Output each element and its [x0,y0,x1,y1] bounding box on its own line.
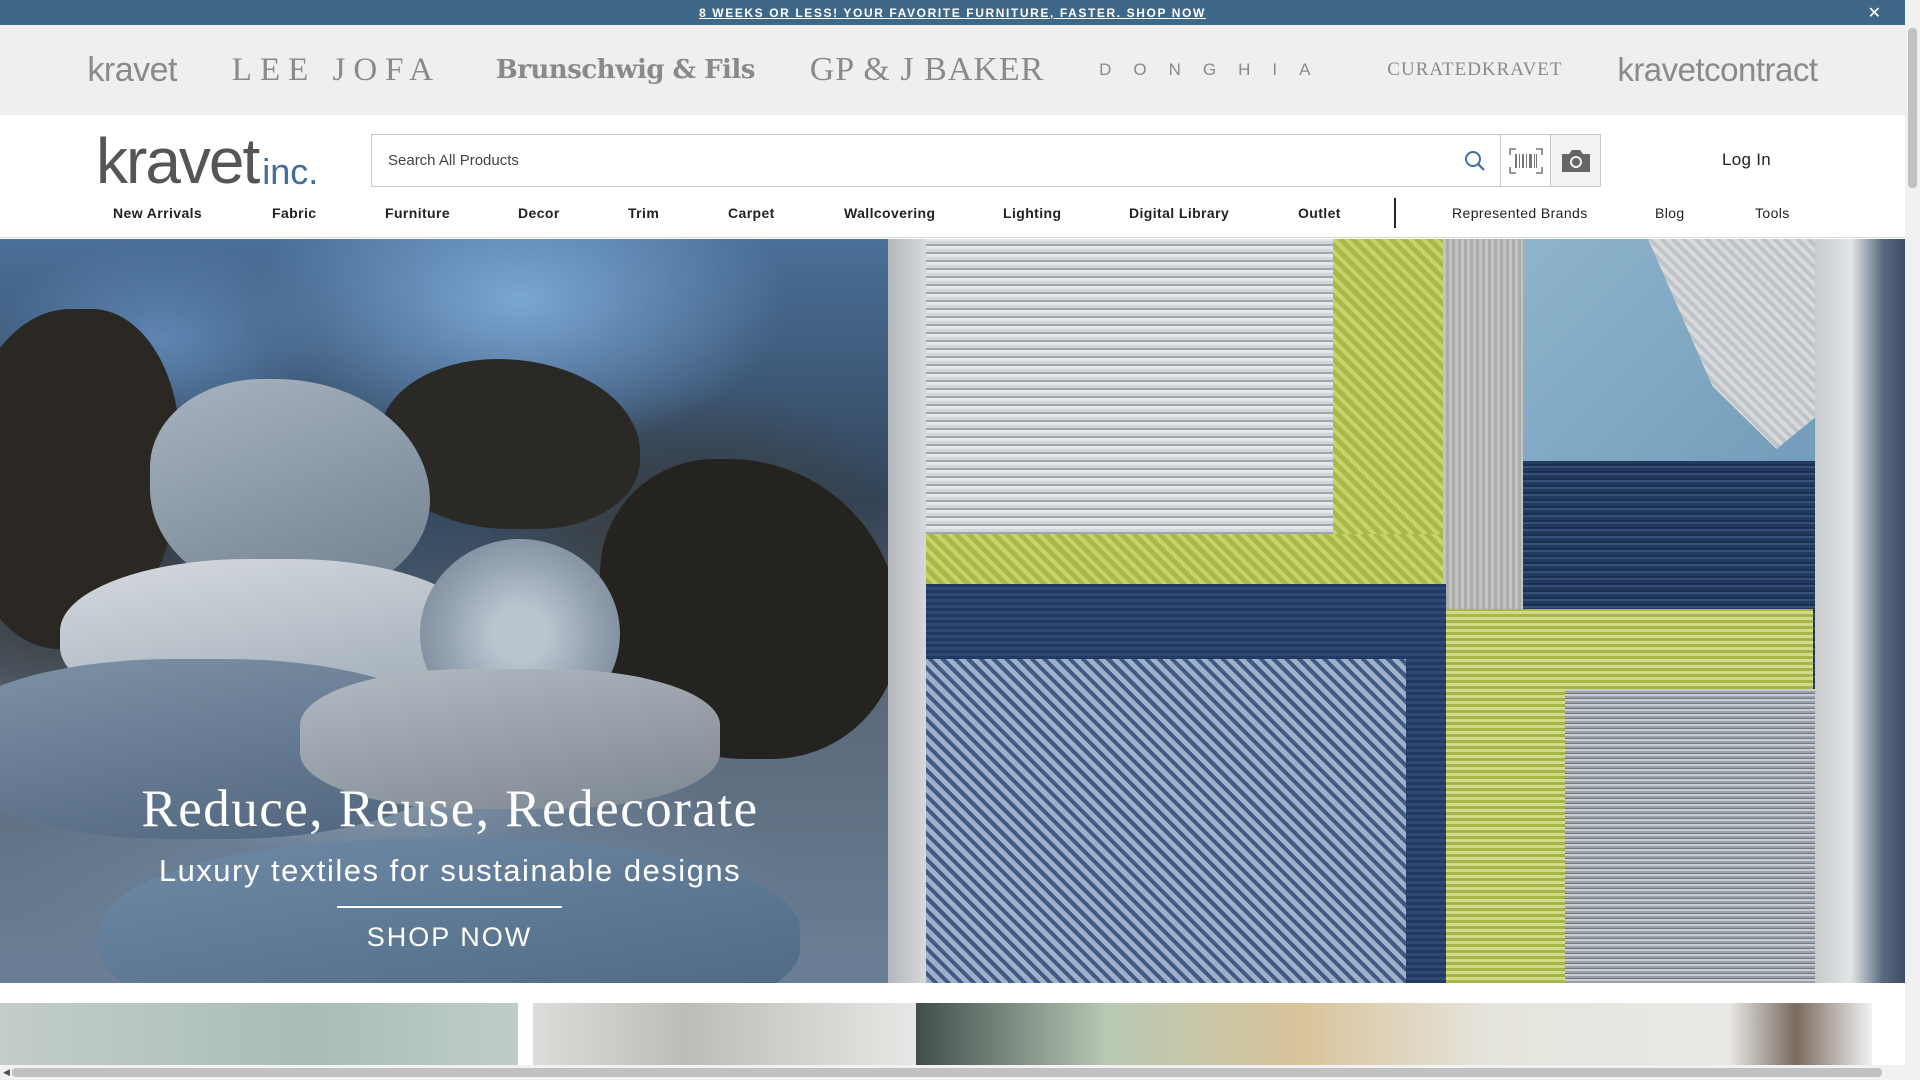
swatch-blue-diamond [926,659,1406,983]
camera-icon[interactable] [1550,135,1600,186]
swatch-green-frame [926,534,1446,584]
nav-item-carpet[interactable]: Carpet [728,205,775,221]
nav-item-new-arrivals[interactable]: New Arrivals [113,205,202,221]
brand-gp-j-baker[interactable]: GP & J BAKER [810,51,1045,89]
nav-item-outlet[interactable]: Outlet [1298,205,1341,221]
brand-brunschwig-fils[interactable]: Brunschwig & Fils [496,55,756,85]
hero-title: Reduce, Reuse, Redecorate [141,780,759,838]
swatch-green-frame [1333,239,1443,579]
nav-item-decor[interactable]: Decor [518,205,560,221]
swatch-gray-speckle [1565,689,1815,983]
hero-subtitle: Luxury textiles for sustainable designs [158,853,742,888]
search-input[interactable] [372,135,1450,186]
swatch-white-stripe [926,239,1396,569]
vertical-scrollbar[interactable] [1905,0,1920,1080]
brand-donghia[interactable]: DONGHIA [1099,60,1332,80]
logo-suffix-text: inc. [262,151,319,192]
swatch-right-edge [1815,239,1905,983]
nav-item-wallcovering[interactable]: Wallcovering [844,205,935,221]
brand-kravet[interactable]: kravet [87,51,177,90]
shop-now-button[interactable]: SHOP NOW [337,922,562,953]
search-icon[interactable] [1450,135,1500,186]
hero-image-fabric-swatches [888,239,1905,983]
nav-item-fabric[interactable]: Fabric [272,205,316,221]
brand-curatedkravet[interactable]: CURATEDKRAVET [1387,59,1562,81]
nav-item-tools[interactable]: Tools [1755,205,1790,221]
main-navigation: New Arrivals Fabric Furniture Decor Trim… [0,198,1905,238]
scroll-left-icon[interactable]: ◀ [3,1067,10,1078]
nav-item-trim[interactable]: Trim [628,205,659,221]
nav-item-blog[interactable]: Blog [1655,205,1685,221]
kravet-inc-logo[interactable]: kravet inc. [96,125,336,197]
close-icon[interactable]: ✕ [1868,3,1881,23]
nav-item-lighting[interactable]: Lighting [1003,205,1061,221]
horizontal-scrollbar[interactable]: ◀ [0,1065,1905,1080]
logo-main-text: kravet [96,125,260,197]
nav-divider [1394,198,1396,228]
brand-strip: kravet LEE JOFA Brunschwig & Fils GP & J… [0,25,1905,115]
login-link[interactable]: Log In [1722,150,1771,170]
scrollbar-thumb[interactable] [1908,28,1917,188]
announcement-bar: 8 WEEKS OR LESS! YOUR FAVORITE FURNITURE… [0,0,1905,25]
hero-banner[interactable]: Reduce, Reuse, Redecorate Luxury textile… [0,239,1905,983]
search-bar [371,134,1601,187]
nav-item-represented-brands[interactable]: Represented Brands [1452,205,1588,221]
brand-kravetcontract[interactable]: kravetcontract [1617,51,1818,89]
nav-item-furniture[interactable]: Furniture [385,205,450,221]
nav-item-digital-library[interactable]: Digital Library [1129,205,1229,221]
barcode-icon[interactable] [1500,135,1550,186]
announcement-link[interactable]: 8 WEEKS OR LESS! YOUR FAVORITE FURNITURE… [699,6,1206,20]
brand-lee-jofa[interactable]: LEE JOFA [232,52,441,89]
scrollbar-thumb[interactable] [12,1068,1882,1077]
hero-divider [337,906,562,908]
